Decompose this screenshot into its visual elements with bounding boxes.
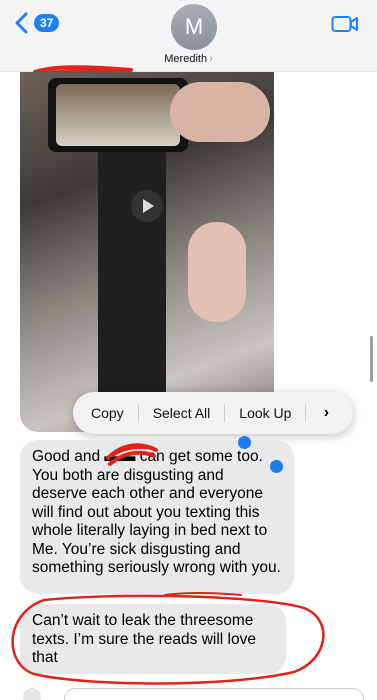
scrollbar[interactable] xyxy=(370,336,373,382)
video-frame-hand xyxy=(188,222,246,322)
message-input[interactable] xyxy=(64,688,364,700)
back-button[interactable]: 37 xyxy=(14,12,60,34)
annotation-circle xyxy=(11,594,325,685)
contact-name-label: Meredith xyxy=(164,53,208,65)
selection-handle-start[interactable] xyxy=(238,436,251,449)
play-icon[interactable] xyxy=(131,190,163,222)
copy-menu-item[interactable]: Copy xyxy=(73,404,139,422)
video-frame-band xyxy=(98,112,166,432)
more-options-icon[interactable]: › xyxy=(314,401,338,425)
look-up-menu-item[interactable]: Look Up xyxy=(225,404,307,422)
video-frame-hand xyxy=(170,82,270,142)
conversation-header: 37 M Meredith › xyxy=(0,0,377,72)
redaction-scribble xyxy=(106,443,158,466)
chevron-right-icon: › xyxy=(209,53,213,65)
unread-count-badge: 37 xyxy=(34,14,60,32)
select-all-menu-item[interactable]: Select All xyxy=(139,404,226,422)
video-frame-screen xyxy=(56,84,180,146)
plus-icon[interactable] xyxy=(23,688,41,700)
video-camera-icon[interactable] xyxy=(331,14,359,34)
context-menu: Copy Select All Look Up › xyxy=(73,392,353,434)
chevron-left-icon xyxy=(15,12,28,34)
selection-handle-end[interactable] xyxy=(270,460,283,473)
video-attachment[interactable] xyxy=(20,72,274,432)
avatar[interactable]: M xyxy=(171,4,217,50)
